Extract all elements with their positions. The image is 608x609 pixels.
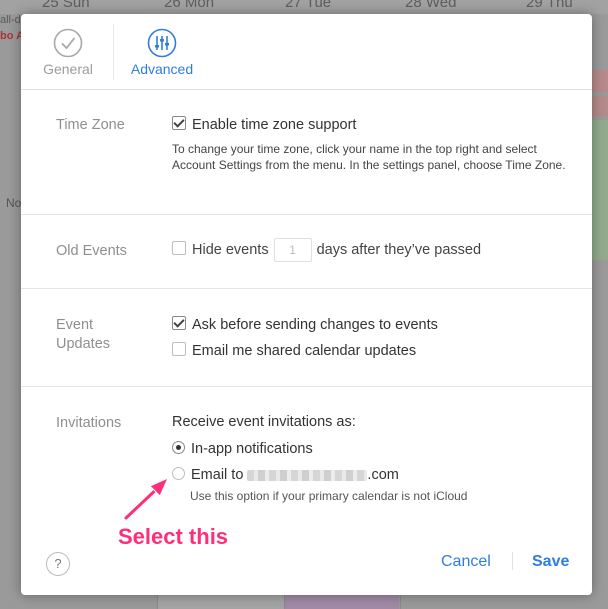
preferences-toolbar: General Advanced xyxy=(21,14,592,90)
timezone-label: Time Zone xyxy=(56,117,125,133)
hide-events-checkbox[interactable] xyxy=(172,240,186,255)
tab-divider xyxy=(113,24,114,80)
section-divider xyxy=(21,386,592,387)
tab-advanced-label: Advanced xyxy=(130,61,194,77)
day-header: 29 Thu xyxy=(526,0,573,11)
event-block xyxy=(590,70,608,92)
preferences-dialog: General Advanced Time Zone Enable time z… xyxy=(21,14,592,595)
ask-before-sending-option[interactable]: Ask before sending changes to events xyxy=(172,316,438,333)
email-invitations-prefix: Email to xyxy=(191,467,244,483)
timezone-checkbox[interactable] xyxy=(172,116,186,130)
sliders-icon xyxy=(147,28,177,58)
event-updates-label: Event Updates xyxy=(56,316,110,354)
save-button[interactable]: Save xyxy=(532,553,569,571)
section-divider xyxy=(21,214,592,215)
event-block xyxy=(285,594,399,609)
ask-before-sending-label: Ask before sending changes to events xyxy=(192,317,438,333)
button-divider xyxy=(512,552,513,570)
section-divider xyxy=(21,288,592,289)
checkmark-circle-icon xyxy=(53,28,83,58)
old-events-label: Old Events xyxy=(56,243,127,259)
day-header: 25 Sun xyxy=(42,0,90,11)
help-button[interactable]: ? xyxy=(46,552,70,576)
inapp-notifications-option[interactable]: In-app notifications xyxy=(172,441,313,457)
tab-general[interactable]: General xyxy=(35,28,101,77)
inapp-notifications-radio[interactable] xyxy=(172,441,185,454)
day-header: 26 Mon xyxy=(164,0,215,11)
email-invitations-radio[interactable] xyxy=(172,467,185,480)
redacted-email xyxy=(247,469,368,481)
day-header: 27 Tue xyxy=(285,0,332,11)
invitations-heading: Receive event invitations as: xyxy=(172,414,356,430)
email-shared-updates-label: Email me shared calendar updates xyxy=(192,343,417,359)
email-shared-updates-checkbox[interactable] xyxy=(172,342,186,356)
timezone-checkbox-label: Enable time zone support xyxy=(192,117,357,133)
hide-events-prefix: Hide events xyxy=(192,241,269,258)
day-header: 28 Wed xyxy=(405,0,457,11)
days-input[interactable]: 1 xyxy=(273,238,312,262)
cancel-button[interactable]: Cancel xyxy=(441,553,491,571)
inapp-notifications-label: In-app notifications xyxy=(191,441,313,457)
event-block xyxy=(158,594,284,609)
event-block xyxy=(590,96,608,116)
tab-advanced[interactable]: Advanced xyxy=(127,28,197,77)
timezone-option[interactable]: Enable time zone support xyxy=(172,116,356,133)
email-shared-updates-option[interactable]: Email me shared calendar updates xyxy=(172,342,416,359)
event-updates-label-line2: Updates xyxy=(56,336,111,352)
invitations-label: Invitations xyxy=(56,415,122,431)
timezone-help-text: To change your time zone, click your nam… xyxy=(172,142,566,172)
old-events-option: Hide events 1 days after they’ve passed xyxy=(172,238,481,262)
allday-label: all-d xyxy=(0,14,21,26)
event-block xyxy=(590,120,608,260)
hide-events-suffix: days after they’ve passed xyxy=(316,241,482,258)
email-invitations-suffix: .com xyxy=(367,467,399,483)
annotation-text: Select this xyxy=(118,524,229,549)
time-label: No xyxy=(6,196,22,210)
ask-before-sending-checkbox[interactable] xyxy=(172,316,186,330)
tab-general-label: General xyxy=(43,61,93,77)
email-invitations-option[interactable]: Email to .com xyxy=(172,467,399,483)
event-updates-label-line1: Event xyxy=(56,317,94,333)
email-option-note: Use this option if your primary calendar… xyxy=(190,489,468,503)
